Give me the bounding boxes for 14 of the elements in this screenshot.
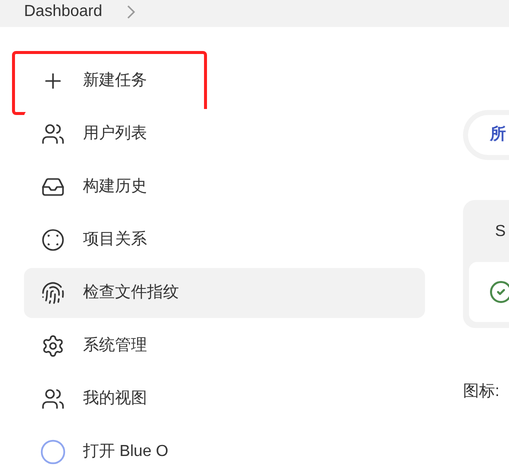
check-icon [489,280,509,304]
settings-icon [41,334,65,358]
fingerprint-icon [41,281,65,305]
users-icon [41,387,65,411]
users-icon [41,122,65,146]
circle-icon [40,437,66,467]
circle-icon [41,228,65,252]
legend-label: 图标: [463,382,500,402]
card-title: S [494,222,507,242]
chevron-icon [126,5,136,19]
filter-tab[interactable]: 所 [463,110,509,160]
sidebar-item[interactable]: 检查文件指纹 [24,268,425,318]
inbox-icon [41,175,65,199]
breadcrumb-link[interactable]: Dashboard [24,2,102,22]
